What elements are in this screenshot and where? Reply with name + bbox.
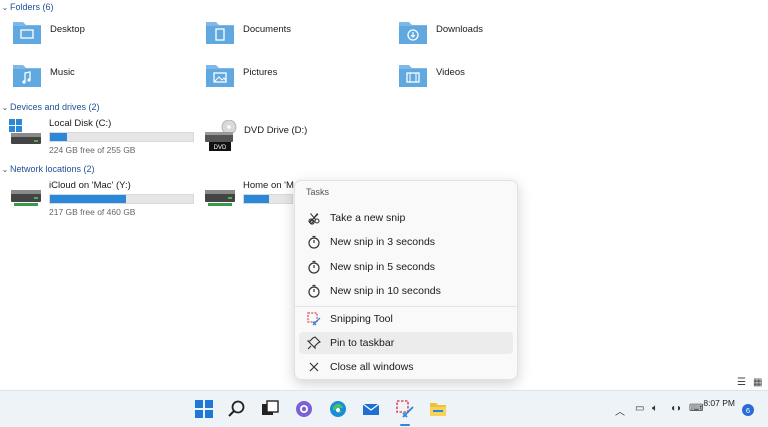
menu-separator [295,306,517,307]
network-group-label: Network locations (2) [10,164,95,174]
menu-item-label: New snip in 10 seconds [330,285,441,297]
folders-group-header[interactable]: ⌄ Folders (6) [0,0,54,14]
downloads-folder-icon [399,22,427,44]
devices-group-header[interactable]: ⌄ Devices and drives (2) [0,100,100,114]
dvd-badge: DVD [214,145,227,151]
volume-icon[interactable]: 🔈︎ [652,403,658,414]
edge-icon[interactable] [328,399,348,419]
timer-icon [306,234,322,250]
folder-music[interactable]: Music [12,61,75,95]
language-icon[interactable]: ⌨ [689,403,703,414]
drive-name: DVD Drive (D:) [244,125,308,136]
dvd-drive-icon: DVD [205,120,237,151]
music-folder-icon [13,65,41,87]
menu-item-label: New snip in 3 seconds [330,236,436,248]
pictures-folder-icon [206,65,234,87]
active-app-indicator [400,424,410,426]
desktop-folder-icon [13,22,41,44]
network-drive-icon [205,190,235,206]
tiles-view-icon[interactable]: ▦ [753,377,762,388]
folder-label: Pictures [243,67,278,78]
drive-free-space: 217 GB free of 460 GB [49,207,136,217]
devices-group-label: Devices and drives (2) [10,102,100,112]
network-home-m[interactable]: Home on 'M [203,180,294,210]
chevron-down-icon: ⌄ [1,164,9,174]
taskbar-jump-list: Tasks Take a new snip New snip in 3 seco… [294,180,518,380]
menu-item-close-all-windows[interactable]: Close all windows [299,356,513,378]
system-clock[interactable]: 8:07 PM [703,398,735,409]
pin-icon [306,335,322,351]
folder-label: Music [50,67,75,78]
file-explorer-icon[interactable] [428,399,448,419]
mail-icon[interactable] [361,399,381,419]
menu-item-label: New snip in 5 seconds [330,261,436,273]
drive-usage-bar [49,194,194,204]
snip-icon [306,210,322,226]
close-icon [306,359,322,375]
menu-item-snip-5-seconds[interactable]: New snip in 5 seconds [299,256,513,278]
drive-usage-bar [49,132,194,142]
chevron-down-icon: ⌄ [1,2,9,12]
menu-item-label: Close all windows [330,361,414,373]
timer-icon [306,283,322,299]
taskbar: ︿ ▭ 🔈︎ ◖◗ ⌨ 8:07 PM 6 [0,390,768,427]
menu-item-label: Snipping Tool [330,313,393,325]
menu-item-label: Pin to taskbar [330,337,395,349]
menu-item-take-new-snip[interactable]: Take a new snip [299,207,513,229]
search-icon[interactable] [227,399,247,419]
task-view-icon[interactable] [260,399,280,419]
network-group-header[interactable]: ⌄ Network locations (2) [0,162,95,176]
snipping-tool-icon [306,311,322,327]
chevron-up-icon[interactable]: ︿ [615,403,625,418]
chat-icon[interactable] [294,399,314,419]
drive-usage-bar [243,194,293,204]
network-drive-icon [11,190,41,206]
folders-group-label: Folders (6) [10,2,54,12]
jump-list-title: Tasks [306,187,330,197]
folder-pictures[interactable]: Pictures [205,61,277,95]
videos-folder-icon [399,65,427,87]
menu-item-snip-10-seconds[interactable]: New snip in 10 seconds [299,280,513,302]
folder-label: Videos [436,67,465,78]
menu-item-pin-to-taskbar[interactable]: Pin to taskbar [299,332,513,354]
drive-local-disk-c[interactable]: Local Disk (C:) 224 GB free of 255 GB [9,118,194,155]
snipping-tool-taskbar-icon[interactable] [395,399,415,419]
drive-dvd-d[interactable]: DVD DVD Drive (D:) [204,120,307,152]
start-icon[interactable] [194,399,214,419]
network-icloud-y[interactable]: iCloud on 'Mac' (Y:) 217 GB free of 460 … [9,180,194,217]
folder-documents[interactable]: Documents [205,18,291,52]
network-tray-icon[interactable]: ◖◗ [670,403,682,414]
menu-item-snipping-tool[interactable]: Snipping Tool [299,308,513,330]
documents-folder-icon [206,22,234,44]
folder-videos[interactable]: Videos [398,61,465,95]
details-view-icon[interactable]: ☰ [737,377,746,388]
chevron-down-icon: ⌄ [1,102,9,112]
folder-label: Desktop [50,24,85,35]
clock-time: 8:07 PM [703,398,735,408]
folder-downloads[interactable]: Downloads [398,18,483,52]
drive-name: Home on 'M [243,180,294,191]
drive-free-space: 224 GB free of 255 GB [49,145,136,155]
drive-name: iCloud on 'Mac' (Y:) [49,180,131,191]
folder-label: Downloads [436,24,483,35]
folder-desktop[interactable]: Desktop [12,18,85,52]
menu-item-label: Take a new snip [330,212,406,224]
display-icon[interactable]: ▭ [635,403,644,414]
notification-badge[interactable]: 6 [742,404,754,416]
menu-item-snip-3-seconds[interactable]: New snip in 3 seconds [299,231,513,253]
local-disk-icon [9,119,41,144]
folder-label: Documents [243,24,292,35]
drive-name: Local Disk (C:) [49,118,112,129]
timer-icon [306,259,322,275]
